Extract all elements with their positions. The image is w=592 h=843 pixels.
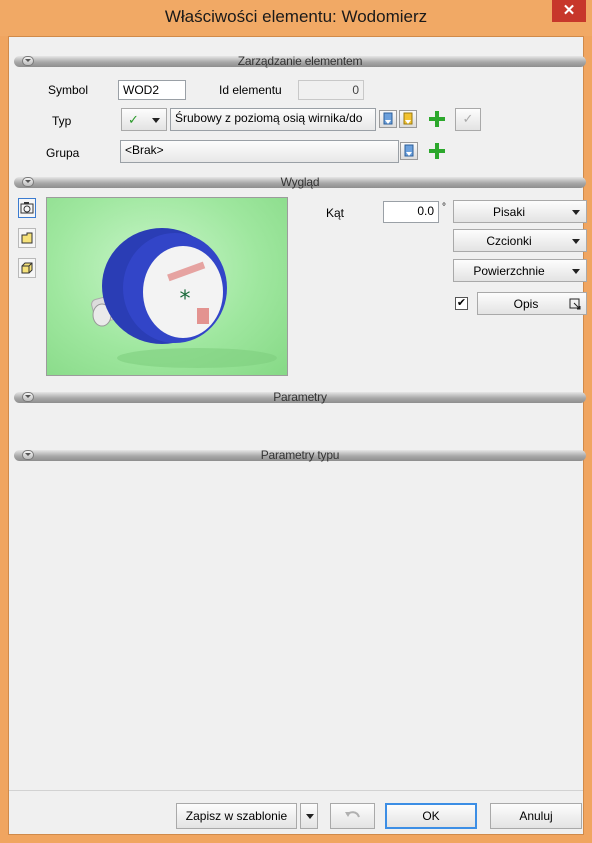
close-button[interactable]: ✕ (552, 0, 586, 22)
add-type-icon[interactable] (428, 110, 446, 128)
surfaces-dropdown-button[interactable]: Powierzchnie (453, 259, 587, 282)
browse-group-icon[interactable] (400, 142, 418, 160)
surfaces-label: Powierzchnie (473, 264, 545, 278)
section-management-header[interactable]: Zarządzanie elementem (14, 54, 586, 68)
check-icon: ✓ (128, 112, 139, 127)
chevron-down-icon (572, 210, 580, 215)
section-parameters-label: Parametry (273, 390, 327, 404)
chevron-down-icon (152, 118, 160, 123)
cancel-button[interactable]: Anuluj (490, 803, 582, 829)
section-parameters-header[interactable]: Parametry (14, 390, 586, 404)
tab-plan-view-icon[interactable] (18, 228, 36, 248)
tab-3d-view-icon[interactable] (18, 198, 36, 218)
pens-dropdown-button[interactable]: Pisaki (453, 200, 587, 223)
dialog-window: Właściwości elementu: Wodomierz ✕ Zarząd… (0, 0, 592, 843)
symbol-label: Symbol (48, 83, 89, 97)
add-group-icon[interactable] (428, 142, 446, 160)
pens-label: Pisaki (492, 205, 525, 219)
type-status-dropdown[interactable]: ✓ (121, 108, 167, 131)
section-type-parameters-header[interactable]: Parametry typu (14, 448, 586, 462)
element-id-label: Id elementu (219, 83, 282, 97)
angle-input[interactable]: 0.0 (383, 201, 439, 223)
edit-type-icon[interactable] (399, 110, 417, 128)
type-label: Typ (52, 114, 72, 128)
description-label: Opis (513, 297, 539, 311)
confirm-type-icon[interactable]: ✓ (455, 108, 481, 131)
open-dialog-icon (569, 298, 581, 310)
chevron-down-icon (572, 269, 580, 274)
section-type-parameters-label: Parametry typu (260, 448, 340, 462)
description-button[interactable]: Opis (477, 292, 587, 315)
tab-cube-view-icon[interactable] (18, 258, 36, 278)
browse-type-icon[interactable] (379, 110, 397, 128)
symbol-input[interactable]: WOD2 (118, 80, 186, 100)
window-title: Właściwości elementu: Wodomierz (164, 7, 428, 26)
undo-button[interactable] (330, 803, 375, 829)
group-field[interactable]: <Brak> (120, 140, 399, 163)
group-label: Grupa (46, 146, 80, 160)
ok-button[interactable]: OK (385, 803, 477, 829)
section-management-label: Zarządzanie elementem (237, 54, 363, 68)
fonts-dropdown-button[interactable]: Czcionki (453, 229, 587, 252)
chevron-down-icon (306, 814, 314, 819)
angle-label: Kąt (326, 206, 345, 220)
svg-text:*: * (180, 287, 191, 312)
fonts-label: Czcionki (486, 234, 532, 248)
save-template-dropdown[interactable] (300, 803, 318, 829)
element-id-field: 0 (298, 80, 364, 100)
undo-icon (345, 811, 360, 818)
description-checkbox[interactable]: ✔ (455, 297, 468, 310)
footer-divider (9, 790, 583, 791)
type-field[interactable]: Śrubowy z poziomą osią wirnika/do (170, 108, 376, 131)
save-template-button[interactable]: Zapisz w szablonie (176, 803, 297, 829)
section-appearance-label: Wygląd (280, 175, 320, 189)
section-appearance-header[interactable]: Wygląd (14, 175, 586, 189)
angle-unit: ° (442, 202, 446, 213)
element-preview-image: * (46, 197, 288, 376)
chevron-down-icon (572, 239, 580, 244)
title-bar[interactable]: Właściwości elementu: Wodomierz ✕ (0, 0, 592, 36)
